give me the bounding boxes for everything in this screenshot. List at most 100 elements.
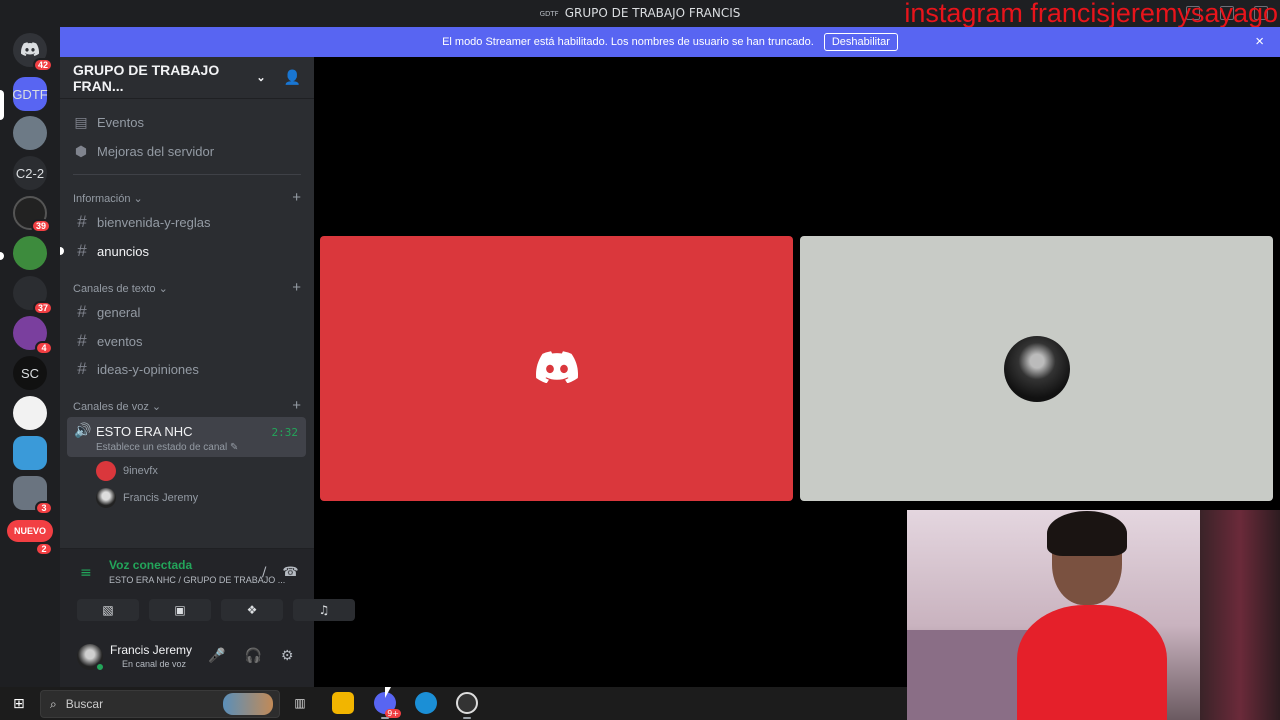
server-avatar-11[interactable]: 3 xyxy=(13,476,53,515)
microphone-icon[interactable]: 🎤 xyxy=(208,648,225,664)
active-app-indicator xyxy=(381,717,389,719)
voice-member[interactable]: Francis Jeremy xyxy=(96,488,198,508)
notification-badge: 3 xyxy=(35,501,53,515)
unread-pill xyxy=(0,252,4,260)
server-sc[interactable]: SC xyxy=(13,356,47,390)
server-avatar-9[interactable] xyxy=(13,396,47,430)
camera-off-icon: ▧ xyxy=(102,603,114,617)
noise-suppression-icon[interactable]: ∕ xyxy=(262,565,266,580)
server-label: C2-2 xyxy=(15,165,45,181)
hash-icon: # xyxy=(77,359,87,378)
activities-button[interactable]: ❖ xyxy=(221,599,283,621)
add-channel-icon[interactable]: + xyxy=(292,398,301,413)
server-avatar-5[interactable] xyxy=(13,236,47,270)
close-icon[interactable]: × xyxy=(1255,33,1264,50)
channel-label: ideas-y-opiniones xyxy=(97,361,199,377)
status-text: Establece un estado de canal xyxy=(96,442,228,453)
webcam-overlay xyxy=(907,510,1280,720)
taskbar-search[interactable]: ⌕ Buscar xyxy=(40,690,280,718)
new-servers-button[interactable]: NUEVO 2 xyxy=(7,520,53,556)
channel-label: general xyxy=(97,304,141,320)
category-label: Información xyxy=(73,193,131,205)
hash-icon: # xyxy=(77,331,87,350)
home-button[interactable]: 42 xyxy=(13,33,53,72)
camera-button[interactable]: ▧ xyxy=(77,599,139,621)
webcam-curtain xyxy=(1200,510,1280,720)
voice-tools: ∕ ☎ xyxy=(262,565,299,580)
server-gdtf[interactable]: GDTF xyxy=(12,77,48,111)
voice-channel-name: ESTO ERA NHC xyxy=(96,424,193,439)
streamer-mode-banner: El modo Streamer está habilitado. Los no… xyxy=(60,27,1280,57)
invite-icon[interactable]: 👤 xyxy=(284,69,301,86)
video-tile-francis-jeremy[interactable] xyxy=(800,236,1273,501)
disable-streamer-button[interactable]: Deshabilitar xyxy=(823,33,898,51)
disconnect-icon[interactable]: ☎ xyxy=(282,565,298,580)
divider xyxy=(73,174,301,175)
notification-badge: 2 xyxy=(35,542,53,556)
windows-start-icon[interactable]: ⊞ xyxy=(13,696,25,712)
voice-channel-status[interactable]: Establece un estado de canal ✎ xyxy=(96,442,238,453)
category-voz[interactable]: Canales de voz ⌄ + xyxy=(73,398,301,413)
category-label: Canales de voz xyxy=(73,401,149,413)
server-header[interactable]: GRUPO DE TRABAJO FRAN... ⌄ 👤 xyxy=(60,57,314,99)
window-title-text: GRUPO DE TRABAJO FRANCIS xyxy=(564,6,741,20)
share-screen-button[interactable]: ▣ xyxy=(149,599,211,621)
soundboard-button[interactable]: ♫ xyxy=(293,599,355,621)
notification-badge: 4 xyxy=(35,341,53,355)
server-avatar-7[interactable]: 4 xyxy=(13,316,53,355)
headphones-icon[interactable]: 🎧 xyxy=(244,648,261,664)
server-avatar-4[interactable]: 39 xyxy=(13,196,51,233)
edge-icon[interactable] xyxy=(415,692,437,714)
voice-channel-esto-era-nhc[interactable]: 🔊 ESTO ERA NHC Establece un estado de ca… xyxy=(67,417,306,457)
channel-bienvenida[interactable]: # bienvenida-y-reglas xyxy=(68,209,306,235)
nav-label: Mejoras del servidor xyxy=(97,144,215,159)
channel-eventos[interactable]: # eventos xyxy=(68,328,306,354)
search-placeholder: Buscar xyxy=(65,697,104,711)
nav-boosts[interactable]: ⬢ Mejoras del servidor xyxy=(74,143,214,160)
boost-icon: ⬢ xyxy=(74,143,88,159)
search-highlight-image xyxy=(223,693,273,715)
video-tile-9inevfx[interactable] xyxy=(320,236,793,501)
active-app-indicator xyxy=(463,717,471,719)
mouse-cursor xyxy=(385,687,391,698)
unread-pill xyxy=(60,247,64,255)
member-name: Francis Jeremy xyxy=(123,492,199,504)
voice-location[interactable]: ESTO ERA NHC / GRUPO DE TRABAJO ... xyxy=(109,575,285,585)
file-explorer-icon[interactable] xyxy=(332,692,354,714)
nav-label: Eventos xyxy=(97,115,144,130)
calendar-icon: ▤ xyxy=(74,114,88,130)
pencil-icon: ✎ xyxy=(230,442,239,453)
server-avatar-2[interactable] xyxy=(13,116,47,150)
category-label: Canales de texto xyxy=(73,283,156,295)
hash-icon: # xyxy=(77,212,87,231)
user-name[interactable]: Francis Jeremy xyxy=(110,643,192,657)
stream-overlay-text: instagram francisjeremysayago xyxy=(904,0,1278,28)
channel-general[interactable]: # general xyxy=(68,299,306,325)
user-panel: Francis Jeremy En canal de voz 🎤 🎧 ⚙ xyxy=(60,636,314,687)
server-avatar-6[interactable]: 37 xyxy=(13,276,53,315)
channel-label: eventos xyxy=(97,333,143,349)
soundboard-icon: ♫ xyxy=(318,603,330,617)
category-informacion[interactable]: Información ⌄ + xyxy=(73,190,301,205)
signal-icon[interactable]: ≡ xyxy=(80,565,92,581)
voice-member[interactable]: 9inevfx xyxy=(96,461,158,481)
settings-gear-icon[interactable]: ⚙ xyxy=(281,648,294,664)
add-channel-icon[interactable]: + xyxy=(292,190,301,205)
banner-message: El modo Streamer está habilitado. Los no… xyxy=(442,36,814,48)
server-c2-2[interactable]: C2-2 xyxy=(13,156,47,190)
online-status-icon xyxy=(95,662,105,672)
user-controls: 🎤 🎧 ⚙ xyxy=(208,648,293,664)
server-avatar-10[interactable] xyxy=(13,436,47,470)
voice-connection-panel: ≡ Voz conectada ESTO ERA NHC / GRUPO DE … xyxy=(60,548,355,636)
nav-events[interactable]: ▤ Eventos xyxy=(74,114,144,131)
avatar xyxy=(96,461,116,481)
channel-anuncios[interactable]: # anuncios xyxy=(68,238,306,264)
task-view-icon[interactable]: ▥ xyxy=(289,692,311,714)
voice-status[interactable]: Voz conectada xyxy=(109,558,192,572)
channel-ideas[interactable]: # ideas-y-opiniones xyxy=(68,356,306,382)
add-channel-icon[interactable]: + xyxy=(292,280,301,295)
obs-icon[interactable] xyxy=(456,692,478,714)
activities-icon: ❖ xyxy=(246,603,258,617)
category-texto[interactable]: Canales de texto ⌄ + xyxy=(73,280,301,295)
voice-timer: 2:32 xyxy=(271,426,299,439)
